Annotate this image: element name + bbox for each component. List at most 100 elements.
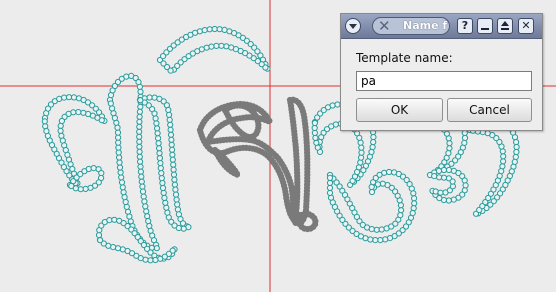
stroke-point	[513, 143, 520, 151]
stroke-point	[197, 129, 204, 136]
stroke-point	[137, 88, 144, 95]
stroke-point	[136, 148, 143, 155]
stroke-point	[461, 129, 468, 137]
stroke-point	[137, 97, 144, 104]
stroke-point	[172, 191, 180, 198]
stroke-point	[378, 226, 385, 233]
minimize-icon[interactable]	[477, 18, 493, 34]
stroke-point	[436, 174, 443, 181]
stroke-point	[70, 94, 78, 101]
stroke-point	[138, 178, 145, 185]
stroke-point	[372, 237, 379, 244]
question-icon[interactable]: ?	[457, 18, 473, 34]
template-name-label: Template name:	[356, 51, 453, 65]
stroke-point	[95, 232, 103, 239]
stroke-point	[499, 163, 506, 170]
stroke-point	[80, 109, 87, 116]
stroke-point	[511, 134, 519, 141]
stroke-point	[379, 180, 386, 187]
stroke-point	[512, 153, 519, 161]
stroke-point	[411, 200, 418, 207]
stroke-point	[431, 173, 438, 180]
stroke-point	[119, 184, 126, 191]
stroke-point	[173, 196, 180, 203]
stroke-point	[153, 245, 160, 252]
stroke-point	[462, 182, 469, 189]
stroke-point	[313, 139, 320, 146]
stroke-point	[120, 189, 127, 196]
stroke-point	[155, 135, 162, 142]
stroke-point	[326, 189, 334, 196]
stroke-point	[56, 95, 63, 103]
stroke-point	[137, 168, 144, 175]
window-title-pill[interactable]: ✕ Name f	[372, 17, 450, 35]
dialog-titlebar[interactable]: ✕ Name f ? ✕	[341, 14, 542, 39]
stroke-point	[165, 106, 172, 114]
stroke-point	[123, 73, 130, 80]
stroke-point	[397, 202, 404, 209]
grey-glyph-strokes[interactable]	[196, 96, 319, 233]
stroke-point	[159, 184, 167, 192]
stroke-point	[136, 108, 143, 115]
close-icon[interactable]: ✕	[518, 18, 534, 34]
stroke-point	[137, 163, 144, 170]
stroke-point	[212, 148, 219, 155]
stroke-point	[358, 149, 365, 156]
stroke-point	[358, 154, 365, 161]
stroke-point	[139, 188, 147, 195]
stroke-point	[116, 154, 123, 161]
template-name-input[interactable]	[356, 71, 532, 91]
stroke-point	[161, 194, 168, 201]
stroke-point	[118, 174, 125, 181]
stroke-point	[144, 213, 151, 220]
ok-button[interactable]: OK	[356, 98, 443, 122]
stroke-point	[143, 208, 150, 215]
stroke-point	[116, 164, 124, 171]
stroke-point	[201, 27, 208, 34]
stroke-point	[42, 123, 49, 130]
stroke-point	[369, 144, 376, 151]
stroke-point	[311, 119, 318, 127]
stroke-point	[445, 150, 452, 157]
stroke-point	[228, 44, 235, 51]
stroke-point	[171, 181, 178, 188]
stroke-point	[461, 177, 468, 184]
stroke-point	[152, 256, 159, 264]
stroke-point	[58, 117, 66, 125]
stroke-point	[222, 107, 229, 114]
stroke-point	[136, 113, 143, 120]
stroke-point	[146, 94, 153, 101]
stroke-point	[121, 194, 128, 201]
stroke-point	[169, 151, 176, 158]
stroke-point	[136, 128, 143, 135]
chevron-down-icon[interactable]	[345, 18, 361, 34]
stroke-point	[65, 94, 73, 101]
stroke-point	[136, 133, 143, 140]
stroke-point	[156, 155, 163, 162]
stroke-point	[162, 199, 169, 206]
stroke-point	[386, 168, 393, 176]
stroke-point	[43, 128, 50, 135]
stroke-point	[368, 188, 376, 196]
stroke-point	[85, 165, 92, 173]
stroke-point	[437, 189, 444, 196]
stroke-point	[87, 184, 94, 191]
stroke-point	[218, 42, 225, 49]
stroke-point	[370, 139, 377, 146]
cancel-button[interactable]: Cancel	[447, 98, 532, 122]
stroke-point	[358, 144, 365, 151]
stroke-point	[142, 203, 149, 210]
stroke-point	[172, 186, 179, 193]
stroke-point	[211, 25, 218, 33]
stroke-point	[169, 156, 176, 163]
stroke-point	[446, 140, 453, 147]
maximize-icon[interactable]	[497, 18, 513, 34]
stroke-point	[97, 237, 104, 244]
stroke-point	[167, 121, 174, 128]
stroke-point	[168, 141, 175, 148]
stroke-point	[154, 130, 161, 137]
stroke-point	[299, 211, 307, 218]
stroke-point	[381, 169, 388, 176]
stroke-point	[382, 236, 389, 243]
stroke-point	[329, 102, 336, 109]
